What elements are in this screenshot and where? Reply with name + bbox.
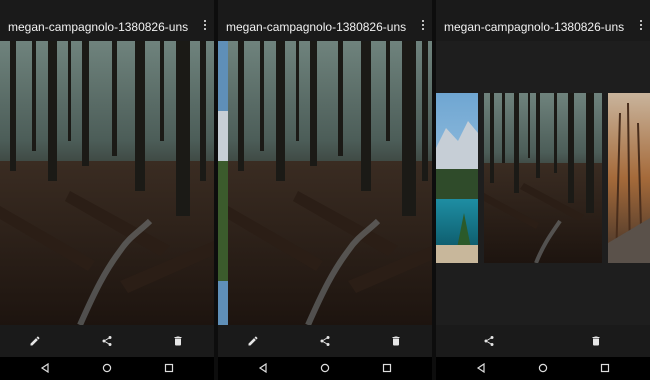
bottom-action-bar bbox=[436, 325, 650, 357]
gallery-viewer-panel-2: megan-campagnolo-1380826-unsplash.jpg bbox=[218, 0, 432, 380]
more-vert-icon[interactable] bbox=[639, 20, 643, 32]
home-icon[interactable] bbox=[102, 363, 112, 373]
gallery-filmstrip-panel: megan-campagnolo-1380826-unsplash.jpg bbox=[436, 0, 650, 380]
thumbnail-mountain-lake[interactable] bbox=[436, 93, 478, 263]
forest-photo-swipe[interactable] bbox=[218, 41, 432, 325]
top-app-bar: megan-campagnolo-1380826-unsplash.jpg bbox=[218, 0, 432, 41]
back-icon[interactable] bbox=[476, 363, 486, 373]
delete-icon[interactable] bbox=[390, 335, 402, 347]
forest-photo[interactable] bbox=[0, 41, 214, 325]
image-filename-title: megan-campagnolo-1380826-unsplash.jpg bbox=[444, 20, 624, 34]
edit-icon[interactable] bbox=[247, 335, 259, 347]
gallery-viewer-panel-1: megan-campagnolo-1380826-unsplash.jpg bbox=[0, 0, 214, 380]
recents-icon[interactable] bbox=[600, 363, 610, 373]
top-app-bar: megan-campagnolo-1380826-unsplash.jpg bbox=[436, 0, 650, 41]
more-vert-icon[interactable] bbox=[421, 20, 425, 32]
back-icon[interactable] bbox=[258, 363, 268, 373]
system-navigation-bar bbox=[0, 357, 214, 380]
top-app-bar: megan-campagnolo-1380826-unsplash.jpg bbox=[0, 0, 214, 41]
system-navigation-bar bbox=[436, 357, 650, 380]
image-filename-title: megan-campagnolo-1380826-unsplash.jpg bbox=[8, 20, 188, 34]
back-icon[interactable] bbox=[40, 363, 50, 373]
thumbnail-autumn-trees[interactable] bbox=[608, 93, 650, 263]
thumbnail-forest-selected[interactable] bbox=[484, 93, 602, 263]
share-icon[interactable] bbox=[101, 335, 113, 347]
delete-icon[interactable] bbox=[172, 335, 184, 347]
bottom-action-bar bbox=[0, 325, 214, 357]
bottom-action-bar bbox=[218, 325, 432, 357]
share-icon[interactable] bbox=[483, 335, 495, 347]
system-navigation-bar bbox=[218, 357, 432, 380]
home-icon[interactable] bbox=[538, 363, 548, 373]
image-filename-title: megan-campagnolo-1380826-unsplash.jpg bbox=[226, 20, 406, 34]
recents-icon[interactable] bbox=[164, 363, 174, 373]
edit-icon[interactable] bbox=[29, 335, 41, 347]
recents-icon[interactable] bbox=[382, 363, 392, 373]
more-vert-icon[interactable] bbox=[203, 20, 207, 32]
home-icon[interactable] bbox=[320, 363, 330, 373]
share-icon[interactable] bbox=[319, 335, 331, 347]
delete-icon[interactable] bbox=[590, 335, 602, 347]
